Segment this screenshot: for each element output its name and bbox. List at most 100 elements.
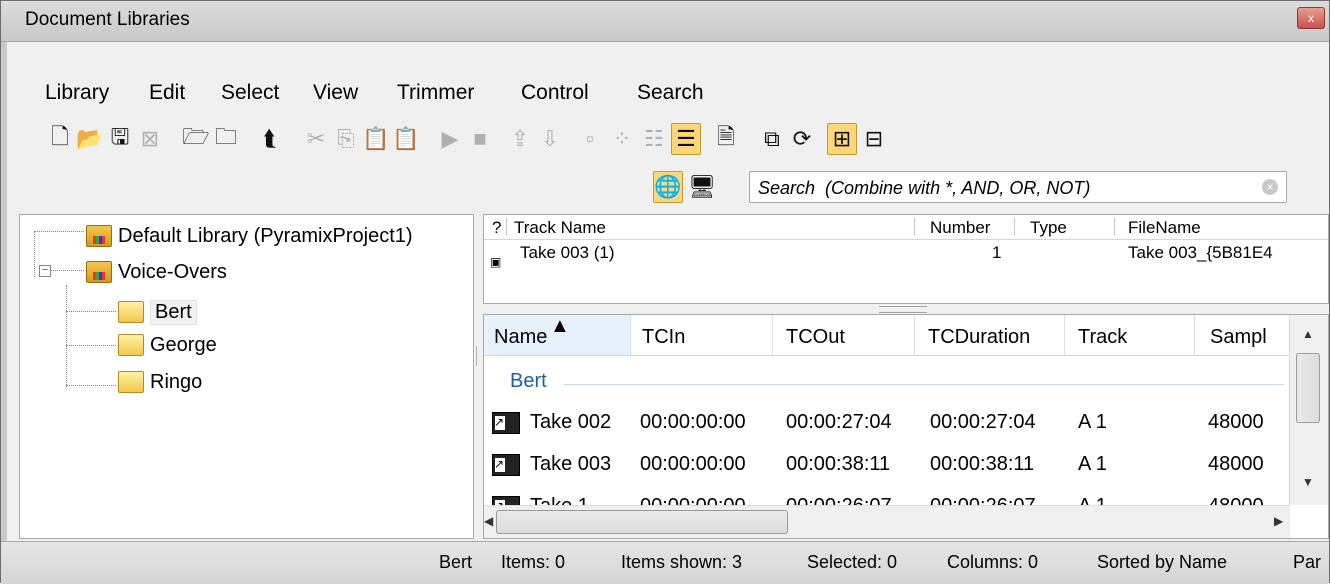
cell-sample: 48000 <box>1208 453 1264 475</box>
play-icon[interactable]: ▶ <box>435 123 465 155</box>
title-bar[interactable]: Document Libraries x <box>1 1 1329 42</box>
column-header-tcin[interactable]: TCIn <box>642 326 685 349</box>
save-icon[interactable]: 🖫 <box>105 123 135 155</box>
window-title: Document Libraries <box>25 9 190 30</box>
pane-splitter[interactable] <box>476 346 482 366</box>
scroll-down-icon[interactable]: ▼ <box>1302 475 1314 489</box>
paste-special-icon[interactable]: 📋 <box>391 123 421 155</box>
audio-file-icon <box>492 412 520 434</box>
menu-edit[interactable]: Edit <box>149 81 185 105</box>
horizontal-scroll-thumb[interactable] <box>496 510 788 534</box>
column-header-tcduration[interactable]: TCDuration <box>928 326 1030 349</box>
folder-icon[interactable]: 🗀 <box>211 123 241 155</box>
cell-name: Take 002 <box>530 411 612 433</box>
tree-item-ringo[interactable]: Ringo <box>118 367 202 397</box>
group-label: Bert <box>510 370 547 392</box>
folder-icon <box>118 371 144 393</box>
vertical-scrollbar[interactable]: ▲ ▼ <box>1289 315 1328 505</box>
cell-tcout: 00:00:38:11 <box>786 453 891 475</box>
select-all-icon[interactable]: ⧉ <box>757 123 787 155</box>
copy-icon[interactable]: ⎘ <box>331 123 361 155</box>
track-row-name: Take 003 (1) <box>520 243 615 262</box>
scroll-right-icon[interactable]: ▶ <box>1274 514 1283 528</box>
view-large-icon[interactable]: ▫ <box>575 123 605 155</box>
tree-connector <box>34 231 35 277</box>
tree-connector <box>66 385 116 386</box>
search-input[interactable] <box>756 175 1260 201</box>
column-header-track[interactable]: Track <box>1078 326 1127 349</box>
status-selected: Selected: 0 <box>807 552 898 572</box>
column-header-tcout[interactable]: TCOut <box>786 326 845 349</box>
table-row[interactable]: Take 002 00:00:00:00 00:00:27:04 00:00:2… <box>484 405 1290 441</box>
header-divider <box>506 218 507 236</box>
view-small-icon[interactable]: ⁘ <box>607 123 637 155</box>
tree-item-label: Bert <box>150 299 197 325</box>
group-header[interactable]: Bert <box>484 370 1290 400</box>
group-divider <box>564 384 1284 385</box>
status-bar: Bert Items: 0 Items shown: 3 Selected: 0… <box>1 541 1329 584</box>
close-document-icon[interactable]: ⊠ <box>135 123 165 155</box>
cell-sample: 48000 <box>1208 411 1264 433</box>
tree-item-default-library[interactable]: Default Library (PyramixProject1) <box>86 221 413 251</box>
search-box: × <box>749 171 1287 203</box>
column-header-sample[interactable]: Sampl <box>1210 326 1267 349</box>
file-list-header: ▲ Name TCIn TCOut TCDuration Track Sampl <box>484 315 1290 356</box>
horizontal-scrollbar[interactable]: ◀ ▶ <box>484 505 1290 538</box>
tree-item-label: Ringo <box>150 370 203 393</box>
track-row-filename: Take 003_{5B81E4 <box>1128 243 1273 262</box>
up-folder-icon[interactable]: ⮬ <box>255 123 285 155</box>
menu-search[interactable]: Search <box>637 81 704 105</box>
folder-icon <box>118 334 144 356</box>
menu-view[interactable]: View <box>313 81 358 105</box>
track-header-number[interactable]: Number <box>930 218 990 238</box>
header-divider <box>1114 218 1115 236</box>
globe-icon[interactable]: 🌐 <box>653 171 683 203</box>
scroll-up-icon[interactable]: ▲ <box>1302 327 1314 341</box>
open-folder-icon[interactable]: 📂 <box>75 123 105 155</box>
tree-item-george[interactable]: George <box>118 330 217 360</box>
track-header-help[interactable]: ? <box>492 218 501 238</box>
new-document-icon[interactable]: 🗋 <box>45 123 75 155</box>
cell-tcduration: 00:00:38:11 <box>930 453 1035 475</box>
view-details-icon[interactable]: ☰ <box>671 123 701 155</box>
import-icon[interactable]: ⇩ <box>535 123 565 155</box>
tree-item-voice-overs[interactable]: Voice-Overs <box>86 257 227 287</box>
stop-icon[interactable]: ■ <box>465 123 495 155</box>
properties-icon[interactable]: 🗎 <box>711 123 741 155</box>
menu-control[interactable]: Control <box>521 81 589 105</box>
cell-tcout: 00:00:27:04 <box>786 411 892 433</box>
scroll-left-icon[interactable]: ◀ <box>484 514 493 528</box>
export-icon[interactable]: ⇪ <box>505 123 535 155</box>
menu-select[interactable]: Select <box>221 81 279 105</box>
paste-icon[interactable]: 📋 <box>361 123 391 155</box>
table-row[interactable]: Take 003 00:00:00:00 00:00:38:11 00:00:3… <box>484 447 1290 483</box>
track-list: ? Track Name Number Type FileName ▣ Take… <box>483 214 1329 304</box>
track-header-type[interactable]: Type <box>1030 218 1067 238</box>
track-row-number: 1 <box>992 243 1002 262</box>
add-to-project-icon[interactable]: ⊞ <box>827 123 857 155</box>
tree-item-label: George <box>150 333 217 356</box>
search-options-icon[interactable]: 🖥 <box>687 171 717 203</box>
tree-item-bert[interactable]: Bert <box>118 297 197 327</box>
refresh-icon[interactable]: ⟳ <box>787 123 817 155</box>
column-header-name[interactable]: Name <box>494 326 547 349</box>
track-header-name[interactable]: Track Name <box>514 218 606 238</box>
pane-gripper[interactable] <box>879 306 927 313</box>
track-header-filename[interactable]: FileName <box>1128 218 1201 238</box>
cut-icon[interactable]: ✂ <box>301 123 331 155</box>
collapse-icon[interactable]: − <box>39 265 51 277</box>
status-sorted: Sorted by Name <box>1097 552 1228 572</box>
menu-trimmer[interactable]: Trimmer <box>397 81 474 105</box>
replace-in-project-icon[interactable]: ⊟ <box>859 123 889 155</box>
clear-search-icon[interactable]: × <box>1262 179 1278 195</box>
menu-library[interactable]: Library <box>45 81 109 105</box>
status-columns: Columns: 0 <box>947 552 1039 572</box>
cell-tcin: 00:00:00:00 <box>640 453 746 475</box>
audio-file-icon <box>492 454 520 476</box>
view-list-icon[interactable]: ☷ <box>639 123 669 155</box>
close-button[interactable]: x <box>1297 7 1325 29</box>
vertical-scroll-thumb[interactable] <box>1296 353 1320 423</box>
header-divider <box>914 218 915 236</box>
open-library-folder-icon[interactable]: 🗁 <box>181 123 211 155</box>
header-divider <box>1194 315 1195 355</box>
